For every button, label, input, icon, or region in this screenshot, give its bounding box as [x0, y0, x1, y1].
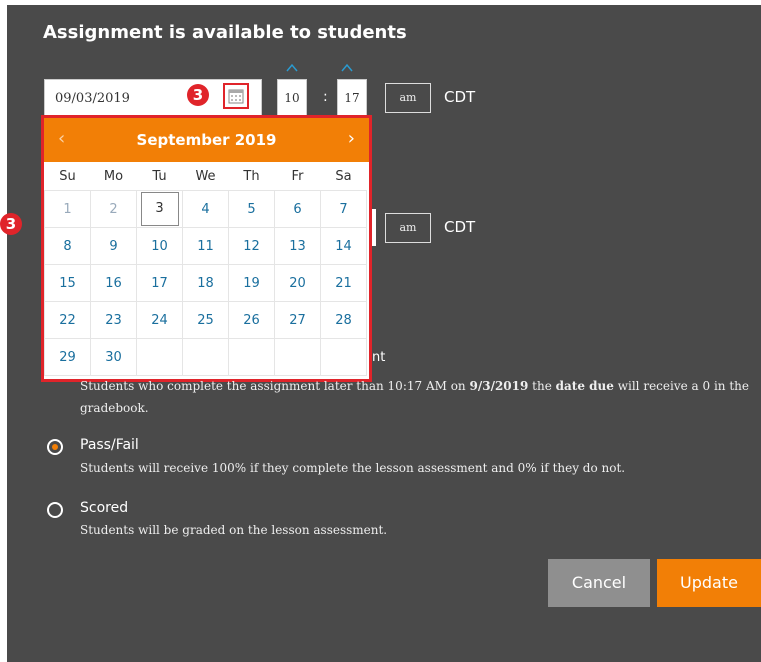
update-button[interactable]: Update	[657, 559, 761, 607]
date-cell[interactable]: 30	[90, 338, 137, 376]
late-desc-date: 9/3/2019	[469, 379, 529, 393]
late-policy-description: Students who complete the assignment lat…	[80, 375, 760, 419]
weekday-label: Mo	[103, 168, 124, 184]
minute-input[interactable]: 17	[337, 79, 367, 116]
available-date-value: 09/03/2019	[55, 91, 130, 106]
scored-radio[interactable]	[47, 502, 63, 518]
date-cell[interactable]: 8	[44, 227, 91, 265]
date-cell-disabled: 2	[90, 190, 137, 228]
date-cell[interactable]: 7	[320, 190, 367, 228]
late-desc-bold: date due	[555, 379, 614, 393]
date-cell[interactable]: 11	[182, 227, 229, 265]
date-cell-disabled: 1	[44, 190, 91, 228]
calendar-icon	[228, 89, 244, 104]
date-cell[interactable]: 12	[228, 227, 275, 265]
date-cell[interactable]: 9	[90, 227, 137, 265]
date-cell[interactable]: 18	[182, 264, 229, 302]
date-cell[interactable]: 22	[44, 301, 91, 339]
date-cell[interactable]: 14	[320, 227, 367, 265]
late-desc-start: Students who complete the assignment lat…	[80, 379, 470, 393]
weekday-label: We	[195, 168, 216, 184]
hour-up-chevron-icon[interactable]	[286, 62, 298, 74]
date-cell[interactable]: 10	[136, 227, 183, 265]
date-cell[interactable]: 28	[320, 301, 367, 339]
due-ampm-toggle[interactable]: am	[385, 213, 431, 243]
date-cell[interactable]: 4	[182, 190, 229, 228]
date-cell-empty	[182, 338, 229, 376]
date-grid: Su Mo Tu We Th Fr Sa 1 2 3 4 5 6 7 8 9 1…	[44, 162, 367, 376]
date-cell[interactable]: 23	[90, 301, 137, 339]
scored-title: Scored	[80, 500, 129, 516]
date-cell[interactable]: 21	[320, 264, 367, 302]
date-cell[interactable]: 24	[136, 301, 183, 339]
weekday-label: Tu	[152, 168, 167, 184]
weekday-label: Th	[243, 168, 260, 184]
date-picker-popup: ‹ September 2019 › Su Mo Tu We Th Fr Sa …	[41, 115, 372, 382]
time-separator: :	[323, 89, 328, 105]
date-cell[interactable]: 29	[44, 338, 91, 376]
weekday-label: Sa	[335, 168, 352, 184]
date-cell-empty	[228, 338, 275, 376]
due-timezone: CDT	[444, 218, 476, 236]
date-cell[interactable]: 13	[274, 227, 321, 265]
date-cell[interactable]: 16	[90, 264, 137, 302]
hour-input[interactable]: 10	[277, 79, 307, 116]
pass-fail-desc: Students will receive 100% if they compl…	[80, 461, 626, 475]
date-picker-header: ‹ September 2019 ›	[44, 118, 369, 162]
date-cell[interactable]: 17	[136, 264, 183, 302]
date-cell-empty	[320, 338, 367, 376]
next-month-chevron-icon[interactable]: ›	[348, 128, 355, 149]
date-cell[interactable]: 15	[44, 264, 91, 302]
date-cell[interactable]: 6	[274, 190, 321, 228]
date-cell[interactable]: 26	[228, 301, 275, 339]
date-cell[interactable]: 5	[228, 190, 275, 228]
pass-fail-title: Pass/Fail	[80, 437, 139, 453]
late-desc-mid: the	[528, 379, 556, 393]
dialog-title: Assignment is available to students	[43, 22, 407, 43]
calendar-icon-button[interactable]	[223, 83, 249, 109]
cancel-button[interactable]: Cancel	[548, 559, 650, 607]
available-ampm-toggle[interactable]: am	[385, 83, 431, 113]
callout-badge-top: 3	[187, 84, 209, 106]
date-cell-empty	[274, 338, 321, 376]
weekday-label: Su	[59, 168, 76, 184]
available-timezone: CDT	[444, 88, 476, 106]
date-cell[interactable]: 27	[274, 301, 321, 339]
pass-fail-radio[interactable]	[47, 439, 63, 455]
due-minute-input-edge[interactable]	[372, 209, 376, 246]
selected-date-label: 3	[140, 192, 179, 226]
date-cell[interactable]: 20	[274, 264, 321, 302]
minute-up-chevron-icon[interactable]	[341, 62, 353, 74]
month-year-label: September 2019	[136, 131, 277, 149]
scored-desc: Students will be graded on the lesson as…	[80, 523, 388, 537]
weekday-label: Fr	[291, 168, 304, 184]
date-cell-selected[interactable]: 3	[136, 190, 183, 228]
date-cell-empty	[136, 338, 183, 376]
date-cell[interactable]: 25	[182, 301, 229, 339]
callout-badge-left: 3	[0, 213, 22, 235]
date-cell[interactable]: 19	[228, 264, 275, 302]
late-policy-heading-fragment: nt	[372, 350, 386, 365]
